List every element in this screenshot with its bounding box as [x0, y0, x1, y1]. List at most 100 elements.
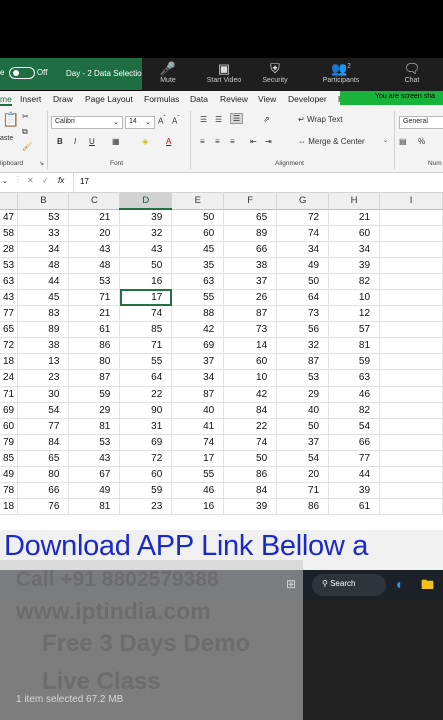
cell[interactable]: 37: [276, 434, 330, 451]
formula-input[interactable]: 17: [80, 177, 89, 186]
confirm-icon[interactable]: ✓: [42, 176, 49, 185]
cell[interactable]: 66: [223, 241, 278, 258]
cell[interactable]: 48: [17, 257, 70, 274]
cell[interactable]: 85: [119, 321, 173, 339]
tab-formulas[interactable]: Formulas: [144, 94, 179, 104]
align-left-icon[interactable]: ≡: [200, 137, 205, 146]
cell[interactable]: 77: [328, 450, 381, 468]
cell[interactable]: 60: [171, 225, 225, 242]
cell[interactable]: 18: [0, 498, 19, 516]
cell[interactable]: 39: [223, 498, 278, 516]
cell[interactable]: 87: [223, 305, 278, 323]
cell[interactable]: 54: [328, 418, 381, 435]
mute-button[interactable]: 🎤 Mute: [148, 61, 188, 84]
orientation-icon[interactable]: ⇗: [263, 115, 270, 124]
cell[interactable]: 60: [223, 353, 278, 371]
cell[interactable]: 77: [0, 305, 19, 323]
cell[interactable]: 39: [328, 482, 381, 500]
empty-cell[interactable]: [379, 386, 443, 403]
italic-button[interactable]: I: [74, 137, 76, 146]
cell[interactable]: 34: [17, 241, 70, 258]
column-header[interactable]: B: [17, 193, 70, 210]
cell[interactable]: 65: [17, 450, 70, 468]
cell[interactable]: 42: [171, 321, 225, 339]
empty-cell[interactable]: [379, 418, 443, 435]
cell[interactable]: 74: [171, 434, 225, 451]
cell[interactable]: 60: [0, 418, 19, 435]
cell[interactable]: 63: [328, 369, 381, 387]
cell[interactable]: 22: [119, 386, 173, 403]
column-header[interactable]: H: [328, 193, 381, 210]
cell[interactable]: 54: [276, 450, 330, 468]
cell[interactable]: 53: [0, 257, 19, 274]
cell[interactable]: 40: [171, 402, 225, 419]
empty-cell[interactable]: [379, 369, 443, 387]
cell[interactable]: 77: [17, 418, 70, 435]
cell[interactable]: 34: [328, 241, 381, 258]
autosave-toggle[interactable]: e Off: [0, 67, 47, 79]
cancel-icon[interactable]: ✕: [27, 176, 34, 185]
cell[interactable]: 20: [276, 466, 330, 484]
cell[interactable]: 82: [328, 273, 381, 290]
empty-cell[interactable]: [379, 498, 443, 516]
decrease-indent-icon[interactable]: ⇤: [250, 137, 257, 146]
cell[interactable]: 87: [68, 369, 121, 387]
cell[interactable]: 72: [276, 209, 330, 226]
cell[interactable]: 21: [68, 209, 121, 226]
cell[interactable]: 17: [171, 450, 225, 468]
cell[interactable]: 48: [68, 257, 121, 274]
cell[interactable]: 56: [276, 321, 330, 339]
cell[interactable]: 23: [119, 498, 173, 516]
tab-insert[interactable]: Insert: [20, 94, 41, 104]
cell[interactable]: 74: [119, 305, 173, 323]
active-cell[interactable]: 17: [119, 289, 173, 307]
cell[interactable]: 45: [171, 241, 225, 258]
cell[interactable]: 44: [17, 273, 70, 290]
cell[interactable]: 50: [223, 450, 278, 468]
cell[interactable]: 87: [276, 353, 330, 371]
cell[interactable]: 71: [276, 482, 330, 500]
cut-icon[interactable]: ✂: [22, 112, 29, 121]
cell[interactable]: 55: [119, 353, 173, 371]
empty-cell[interactable]: [379, 257, 443, 274]
font-size-select[interactable]: 14 ⌄: [125, 116, 155, 129]
cell[interactable]: 71: [0, 386, 19, 403]
cell[interactable]: 32: [119, 225, 173, 242]
cell[interactable]: 18: [0, 353, 19, 371]
cell[interactable]: 53: [68, 273, 121, 290]
cell[interactable]: 46: [171, 482, 225, 500]
font-name-select[interactable]: Calibri ⌄: [51, 116, 123, 129]
cell[interactable]: 38: [223, 257, 278, 274]
empty-cell[interactable]: [379, 273, 443, 290]
empty-cell[interactable]: [379, 337, 443, 355]
cell[interactable]: 53: [68, 434, 121, 451]
cell[interactable]: 53: [276, 369, 330, 387]
cell[interactable]: 83: [17, 305, 70, 323]
cell[interactable]: 66: [17, 482, 70, 500]
cell[interactable]: 81: [328, 337, 381, 355]
percent-button[interactable]: %: [418, 137, 425, 146]
cell[interactable]: 86: [68, 337, 121, 355]
cell[interactable]: 81: [68, 418, 121, 435]
edge-browser-icon[interactable]: ◐: [396, 576, 404, 592]
empty-cell[interactable]: [379, 402, 443, 419]
cell[interactable]: 69: [171, 337, 225, 355]
align-top-icon[interactable]: ☰: [200, 115, 207, 124]
align-middle-icon[interactable]: ☰: [215, 115, 222, 124]
cell[interactable]: 66: [328, 434, 381, 451]
cell[interactable]: 16: [171, 498, 225, 516]
column-header-selected[interactable]: D: [119, 193, 173, 210]
fill-color-icon[interactable]: ◈: [142, 137, 148, 146]
cell[interactable]: 57: [328, 321, 381, 339]
cell[interactable]: 41: [171, 418, 225, 435]
cell[interactable]: 86: [223, 466, 278, 484]
insert-function-button[interactable]: fx: [58, 176, 64, 185]
cell[interactable]: 64: [276, 289, 330, 307]
increase-indent-icon[interactable]: ⇥: [265, 137, 272, 146]
cell[interactable]: 16: [119, 273, 173, 290]
cell[interactable]: 76: [17, 498, 70, 516]
cell[interactable]: 37: [223, 273, 278, 290]
cell[interactable]: 47: [0, 209, 19, 226]
cell[interactable]: 29: [68, 402, 121, 419]
empty-cell[interactable]: [379, 241, 443, 258]
